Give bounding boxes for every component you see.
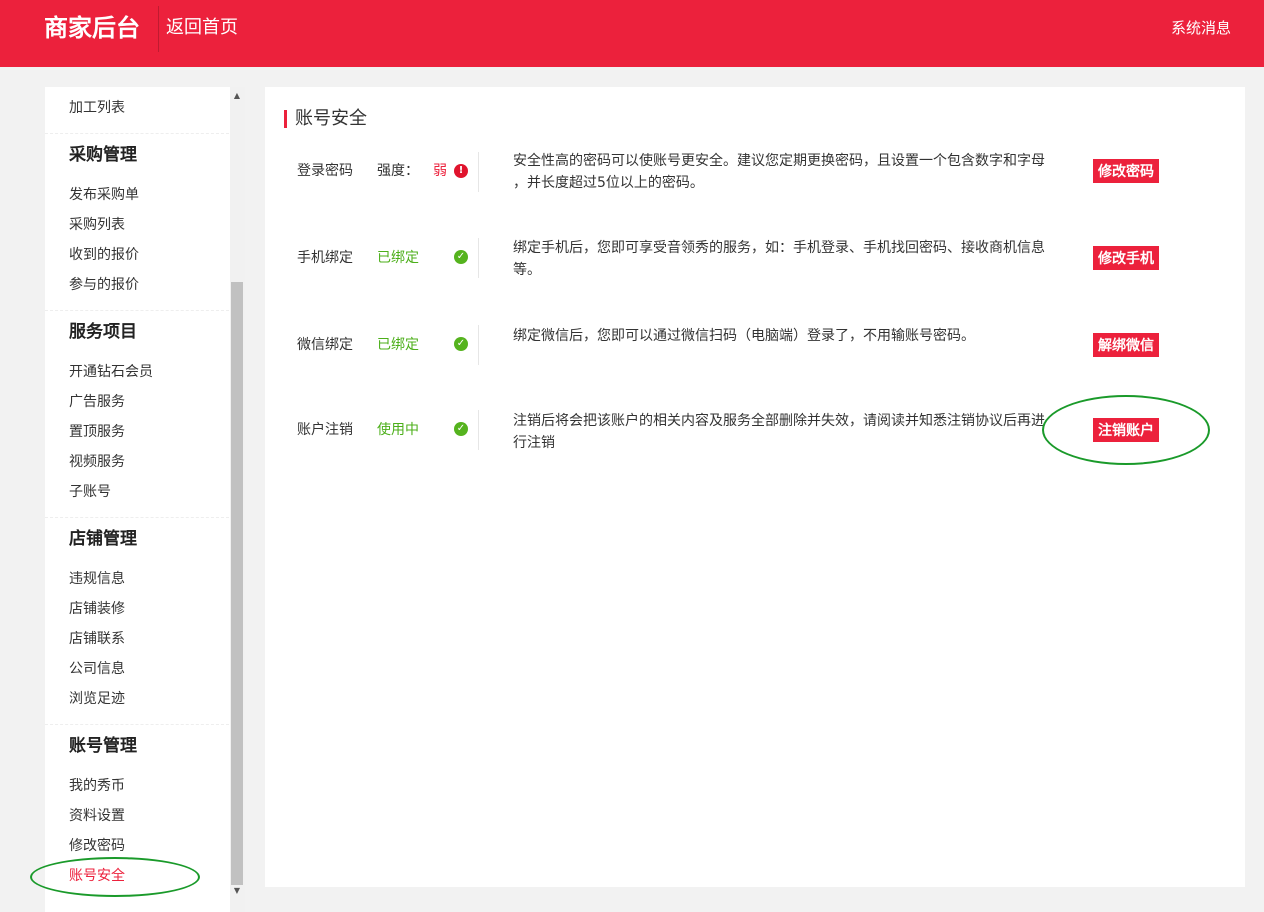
sidebar-item-violations[interactable]: 违规信息	[69, 569, 125, 589]
row-label-phone-binding: 手机绑定	[297, 250, 353, 266]
sidebar-divider	[45, 310, 229, 311]
sidebar-item-change-password[interactable]: 修改密码	[69, 836, 125, 856]
row-desc-login-password: 安全性高的密码可以使账号更安全。建议您定期更换密码，且设置一个包含数字和字母 ，…	[513, 153, 1045, 191]
sidebar-item-account-security[interactable]: 账号安全	[69, 866, 125, 886]
row-desc-wechat-binding: 绑定微信后，您即可以通过微信扫码（电脑端）登录了，不用输账号密码。	[513, 328, 975, 344]
check-icon: ✓	[454, 422, 468, 436]
sidebar-item-purchase-list[interactable]: 采购列表	[69, 215, 125, 235]
sidebar-item-company-info[interactable]: 公司信息	[69, 659, 125, 679]
password-strength: 强度： 弱	[377, 161, 447, 181]
sidebar-divider	[45, 517, 229, 518]
sidebar-scrollbar-thumb[interactable]	[231, 282, 243, 885]
sidebar: 加工列表 采购管理 发布采购单 采购列表 收到的报价 参与的报价 服务项目 开通…	[45, 87, 245, 912]
sidebar-item-store-contact[interactable]: 店铺联系	[69, 629, 125, 649]
row-desc-account-cancel: 注销后将会把该账户的相关内容及服务全部删除并失效，请阅读并知悉注销协议后再进行注…	[513, 413, 1045, 451]
sidebar-item-video-service[interactable]: 视频服务	[69, 452, 125, 472]
exclamation-icon: !	[454, 164, 468, 178]
sidebar-item-diamond-member[interactable]: 开通钻石会员	[69, 362, 153, 382]
sidebar-item-publish-purchase[interactable]: 发布采购单	[69, 185, 139, 205]
strength-value: 弱	[433, 163, 447, 179]
sidebar-item-profile-settings[interactable]: 资料设置	[69, 806, 125, 826]
row-divider	[478, 152, 479, 192]
scroll-down-arrow-icon[interactable]: ▼	[231, 885, 243, 897]
sidebar-divider	[45, 133, 229, 134]
wechat-binding-status: 已绑定	[377, 337, 419, 353]
check-icon: ✓	[454, 250, 468, 264]
row-desc-phone-binding: 绑定手机后，您即可享受音领秀的服务，如：手机登录、手机找回密码、接收商机信息 等…	[513, 240, 1045, 278]
phone-binding-status: 已绑定	[377, 250, 419, 266]
sidebar-item-processing-list[interactable]: 加工列表	[69, 98, 125, 118]
sidebar-item-joined-quotes[interactable]: 参与的报价	[69, 275, 139, 295]
scroll-up-arrow-icon[interactable]: ▲	[231, 90, 243, 102]
sidebar-item-store-decoration[interactable]: 店铺装修	[69, 599, 125, 619]
change-password-button[interactable]: 修改密码	[1093, 159, 1159, 183]
top-header: 商家后台 返回首页 系统消息	[0, 0, 1264, 67]
sidebar-group-title-store: 店铺管理	[69, 529, 137, 549]
sidebar-item-my-coins[interactable]: 我的秀币	[69, 776, 125, 796]
sidebar-item-ad-service[interactable]: 广告服务	[69, 392, 125, 412]
sidebar-group-title-services: 服务项目	[69, 322, 137, 342]
account-status: 使用中	[377, 422, 419, 438]
header-divider	[158, 6, 159, 52]
back-home-link[interactable]: 返回首页	[166, 15, 238, 41]
change-phone-button[interactable]: 修改手机	[1093, 246, 1159, 270]
row-divider	[478, 410, 479, 450]
row-divider	[478, 238, 479, 278]
sidebar-group-title-account: 账号管理	[69, 736, 137, 756]
title-accent-bar	[284, 110, 287, 128]
unbind-wechat-button[interactable]: 解绑微信	[1093, 333, 1159, 357]
sidebar-item-sub-account[interactable]: 子账号	[69, 482, 111, 502]
sidebar-divider	[45, 724, 229, 725]
system-messages-link[interactable]: 系统消息	[1171, 17, 1231, 39]
sidebar-item-pin-service[interactable]: 置顶服务	[69, 422, 125, 442]
row-label-wechat-binding: 微信绑定	[297, 337, 353, 353]
brand-title: 商家后台	[44, 14, 140, 42]
row-divider	[478, 325, 479, 365]
sidebar-group-title-purchase: 采购管理	[69, 145, 137, 165]
row-label-account-cancel: 账户注销	[297, 422, 353, 438]
check-icon: ✓	[454, 337, 468, 351]
row-label-login-password: 登录密码	[297, 163, 353, 179]
cancel-account-button[interactable]: 注销账户	[1093, 418, 1159, 442]
main-panel	[265, 87, 1245, 887]
page-title: 账号安全	[295, 108, 367, 129]
sidebar-item-browse-history[interactable]: 浏览足迹	[69, 689, 125, 709]
strength-label: 强度：	[377, 163, 419, 179]
sidebar-item-received-quotes[interactable]: 收到的报价	[69, 245, 139, 265]
